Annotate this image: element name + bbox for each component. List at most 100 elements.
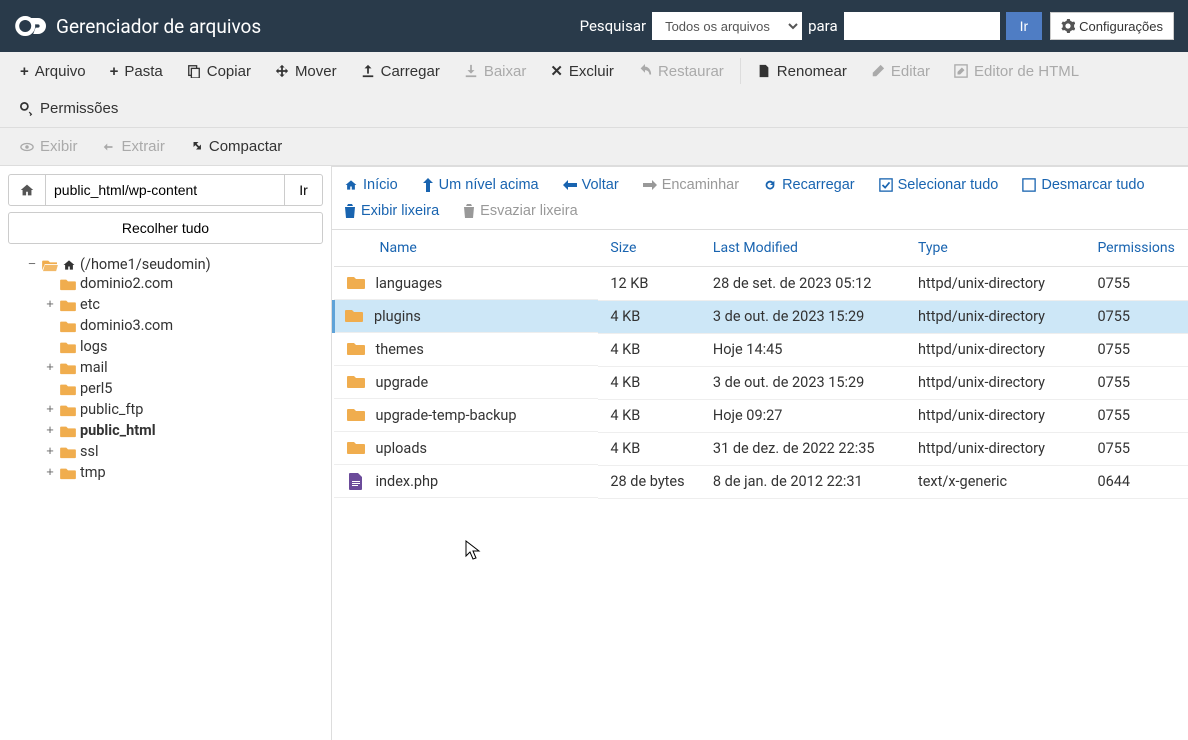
- table-row[interactable]: plugins 4 KB 3 de out. de 2023 15:29 htt…: [334, 300, 1188, 333]
- new-folder-button[interactable]: +Pasta: [98, 52, 175, 90]
- folder-icon: [60, 424, 76, 438]
- file-name: upgrade: [376, 374, 429, 391]
- delete-button[interactable]: ✕Excluir: [538, 52, 626, 90]
- file-size: 4 KB: [598, 300, 701, 333]
- header-bar: Gerenciador de arquivos Pesquisar Todos …: [0, 0, 1188, 52]
- folder-icon: [60, 445, 76, 459]
- copy-button[interactable]: Copiar: [175, 52, 263, 90]
- restore-button[interactable]: Restaurar: [626, 52, 736, 90]
- undo-icon: [638, 64, 652, 78]
- tree-item[interactable]: + public_html: [44, 422, 323, 439]
- tree-item[interactable]: dominio3.com: [44, 317, 323, 334]
- new-file-button[interactable]: +Arquivo: [8, 52, 98, 90]
- reload-button[interactable]: Recarregar: [761, 173, 857, 197]
- tree-item[interactable]: + ssl: [44, 443, 323, 460]
- download-button[interactable]: Baixar: [452, 52, 539, 90]
- file-icon: [346, 472, 366, 490]
- sidebar: Ir Recolher tudo − (/home1/seudomin) dom…: [0, 166, 332, 740]
- action-bar: Início Um nível acima Voltar Encaminhar …: [332, 167, 1188, 230]
- search-input[interactable]: [844, 12, 1000, 40]
- expand-icon[interactable]: +: [44, 423, 56, 438]
- file-name: uploads: [376, 440, 427, 457]
- file-size: 4 KB: [598, 366, 701, 399]
- deselect-all-button[interactable]: Desmarcar tudo: [1020, 173, 1146, 197]
- tree-item[interactable]: dominio2.com: [44, 275, 323, 292]
- col-type[interactable]: Type: [906, 230, 1085, 267]
- upload-button[interactable]: Carregar: [349, 52, 452, 90]
- file-modified: 31 de dez. de 2022 22:35: [701, 432, 906, 465]
- file-modified: 8 de jan. de 2012 22:31: [701, 465, 906, 498]
- file-size: 12 KB: [598, 267, 701, 301]
- table-row[interactable]: languages 12 KB 28 de set. de 2023 05:12…: [334, 267, 1188, 301]
- tree-item[interactable]: + mail: [44, 359, 323, 376]
- tree-item[interactable]: perl5: [44, 380, 323, 397]
- table-row[interactable]: uploads 4 KB 31 de dez. de 2022 22:35 ht…: [334, 432, 1188, 465]
- back-button[interactable]: Voltar: [561, 173, 621, 197]
- expand-icon[interactable]: +: [44, 297, 56, 312]
- arrow-up-icon: [422, 178, 434, 192]
- gear-icon: [1061, 19, 1075, 33]
- tree-item-label: etc: [80, 296, 100, 313]
- col-modified[interactable]: Last Modified: [701, 230, 906, 267]
- collapse-icon[interactable]: −: [26, 257, 38, 272]
- path-go-button[interactable]: Ir: [285, 174, 323, 206]
- reload-icon: [763, 178, 777, 192]
- folder-icon: [60, 466, 76, 480]
- compress-icon: [189, 140, 203, 154]
- path-home-button[interactable]: [8, 174, 46, 206]
- path-input[interactable]: [46, 174, 285, 206]
- html-editor-button[interactable]: Editor de HTML: [942, 52, 1091, 90]
- col-permissions[interactable]: Permissions: [1085, 230, 1188, 267]
- search-scope-select[interactable]: Todos os arquivos: [652, 12, 802, 40]
- tree-item[interactable]: + tmp: [44, 464, 323, 481]
- folder-open-icon: [42, 258, 58, 272]
- forward-button[interactable]: Encaminhar: [641, 173, 741, 197]
- table-row[interactable]: upgrade-temp-backup 4 KB Hoje 09:27 http…: [334, 399, 1188, 432]
- file-type: httpd/unix-directory: [906, 333, 1085, 366]
- file-type: httpd/unix-directory: [906, 300, 1085, 333]
- file-permissions: 0644: [1085, 465, 1188, 498]
- tree-root[interactable]: − (/home1/seudomin): [26, 256, 323, 273]
- empty-trash-button[interactable]: Esvaziar lixeira: [461, 199, 580, 223]
- expand-icon[interactable]: +: [44, 465, 56, 480]
- tree-item[interactable]: logs: [44, 338, 323, 355]
- col-name[interactable]: Name: [334, 230, 599, 267]
- home-button[interactable]: Início: [342, 173, 400, 197]
- col-size[interactable]: Size: [598, 230, 701, 267]
- up-level-button[interactable]: Um nível acima: [420, 173, 541, 197]
- file-name: themes: [376, 341, 424, 358]
- file-modified: Hoje 14:45: [701, 333, 906, 366]
- collapse-all-button[interactable]: Recolher tudo: [8, 212, 323, 244]
- compress-button[interactable]: Compactar: [177, 128, 294, 165]
- select-all-button[interactable]: Selecionar tudo: [877, 173, 1001, 197]
- expand-icon[interactable]: +: [44, 444, 56, 459]
- edit-button[interactable]: Editar: [859, 52, 942, 90]
- tree-item-label: tmp: [80, 464, 106, 481]
- view-button[interactable]: Exibir: [8, 128, 90, 165]
- table-row[interactable]: themes 4 KB Hoje 14:45 httpd/unix-direct…: [334, 333, 1188, 366]
- tree-item-label: logs: [80, 338, 107, 355]
- edit-square-icon: [954, 64, 968, 78]
- download-icon: [464, 64, 478, 78]
- tree-item[interactable]: + public_ftp: [44, 401, 323, 418]
- extract-button[interactable]: Extrair: [90, 128, 177, 165]
- file-type: httpd/unix-directory: [906, 267, 1085, 301]
- settings-button[interactable]: Configurações: [1050, 12, 1174, 40]
- expand-icon[interactable]: +: [44, 360, 56, 375]
- search-go-button[interactable]: Ir: [1006, 12, 1043, 40]
- home-icon: [62, 258, 76, 272]
- rename-button[interactable]: Renomear: [745, 52, 859, 90]
- move-button[interactable]: Mover: [263, 52, 349, 90]
- table-row[interactable]: upgrade 4 KB 3 de out. de 2023 15:29 htt…: [334, 366, 1188, 399]
- folder-icon: [346, 274, 366, 292]
- file-permissions: 0755: [1085, 399, 1188, 432]
- permissions-button[interactable]: Permissões: [8, 90, 130, 127]
- home-icon: [19, 182, 35, 198]
- file-modified: 3 de out. de 2023 15:29: [701, 366, 906, 399]
- tree-item[interactable]: + etc: [44, 296, 323, 313]
- file-modified: 3 de out. de 2023 15:29: [701, 300, 906, 333]
- file-name: index.php: [376, 473, 439, 490]
- view-trash-button[interactable]: Exibir lixeira: [342, 199, 441, 223]
- table-row[interactable]: index.php 28 de bytes 8 de jan. de 2012 …: [334, 465, 1188, 498]
- expand-icon[interactable]: +: [44, 402, 56, 417]
